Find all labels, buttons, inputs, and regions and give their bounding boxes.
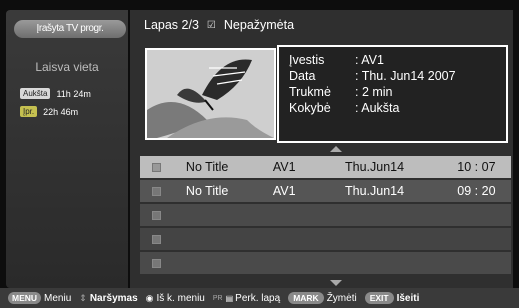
table-row-empty[interactable]: [140, 204, 511, 226]
pr-updown-icon: ▤: [225, 293, 234, 303]
butterfly-image: [147, 50, 274, 138]
mark-key[interactable]: MARK: [288, 292, 324, 304]
menu-key[interactable]: MENU: [8, 292, 42, 304]
exit-menu-label: Iš k. meniu: [156, 292, 205, 304]
navigate-label: Naršymas: [89, 292, 138, 304]
info-date: Data : Thu. Jun14 2007: [289, 69, 456, 83]
info-quality: Kokybė : Aukšta: [289, 101, 400, 115]
exit-key[interactable]: EXIT: [364, 292, 394, 304]
page-header: Lapas 2/3 ☑ Nepažymėta: [144, 18, 294, 32]
menu-label: Meniu: [44, 292, 72, 304]
recordings-list: No Title AV1 Thu.Jun14 10 : 07 No Title …: [140, 156, 511, 276]
table-row-empty[interactable]: [140, 228, 511, 250]
row-checkbox[interactable]: [152, 186, 161, 196]
row-checkbox[interactable]: [152, 210, 161, 220]
row-checkbox[interactable]: [152, 258, 161, 268]
page-indicator: Lapas 2/3: [144, 18, 199, 32]
screen-frame: Įrašyta TV progr. Laisva vieta Aukšta 11…: [0, 0, 519, 308]
quality-badge: Įpr.: [20, 106, 38, 117]
sidebar: Įrašyta TV progr. Laisva vieta Aukšta 11…: [6, 10, 128, 288]
scroll-down-icon[interactable]: [330, 280, 342, 286]
table-row-empty[interactable]: [140, 252, 511, 274]
page-change-label: Perk. lapą: [235, 292, 281, 304]
recording-info-box: Įvestis : AV1 Data : Thu. Jun14 2007 Tru…: [277, 45, 508, 143]
quality-badge: Aukšta: [20, 88, 51, 99]
row-checkbox[interactable]: [152, 234, 161, 244]
stat-value: 11h 24m: [56, 88, 91, 99]
table-row[interactable]: No Title AV1 Thu.Jun14 09 : 20: [140, 180, 511, 202]
main-panel: Lapas 2/3 ☑ Nepažymėta Įvestis : AV1 Dat…: [130, 10, 513, 288]
preview-thumbnail: [145, 48, 276, 140]
info-duration: Trukmė : 2 min: [289, 85, 393, 99]
sidebar-title[interactable]: Įrašyta TV progr.: [14, 20, 126, 38]
checkbox-icon: ☑: [206, 19, 216, 31]
table-row[interactable]: No Title AV1 Thu.Jun14 10 : 07: [140, 156, 511, 178]
stat-high-quality: Aukšta 11h 24m: [20, 88, 91, 99]
mark-status: Nepažymėta: [223, 18, 295, 32]
pr-key[interactable]: PR: [213, 295, 223, 302]
updown-icon: ⇕: [79, 292, 87, 303]
scroll-up-icon[interactable]: [330, 146, 342, 152]
free-space-label: Laisva vieta: [35, 60, 99, 74]
ok-icon: ◉: [145, 292, 154, 303]
info-input: Įvestis : AV1: [289, 53, 384, 67]
stat-value: 22h 46m: [43, 106, 79, 117]
exit-label: Išeiti: [396, 292, 420, 304]
key-guide-bar: MENU Meniu ⇕ Naršymas ◉ Iš k. meniu PR ▤…: [0, 288, 519, 308]
row-checkbox[interactable]: [152, 162, 161, 172]
stat-normal-quality: Įpr. 22h 46m: [20, 106, 78, 117]
mark-label: Žymėti: [326, 292, 357, 304]
